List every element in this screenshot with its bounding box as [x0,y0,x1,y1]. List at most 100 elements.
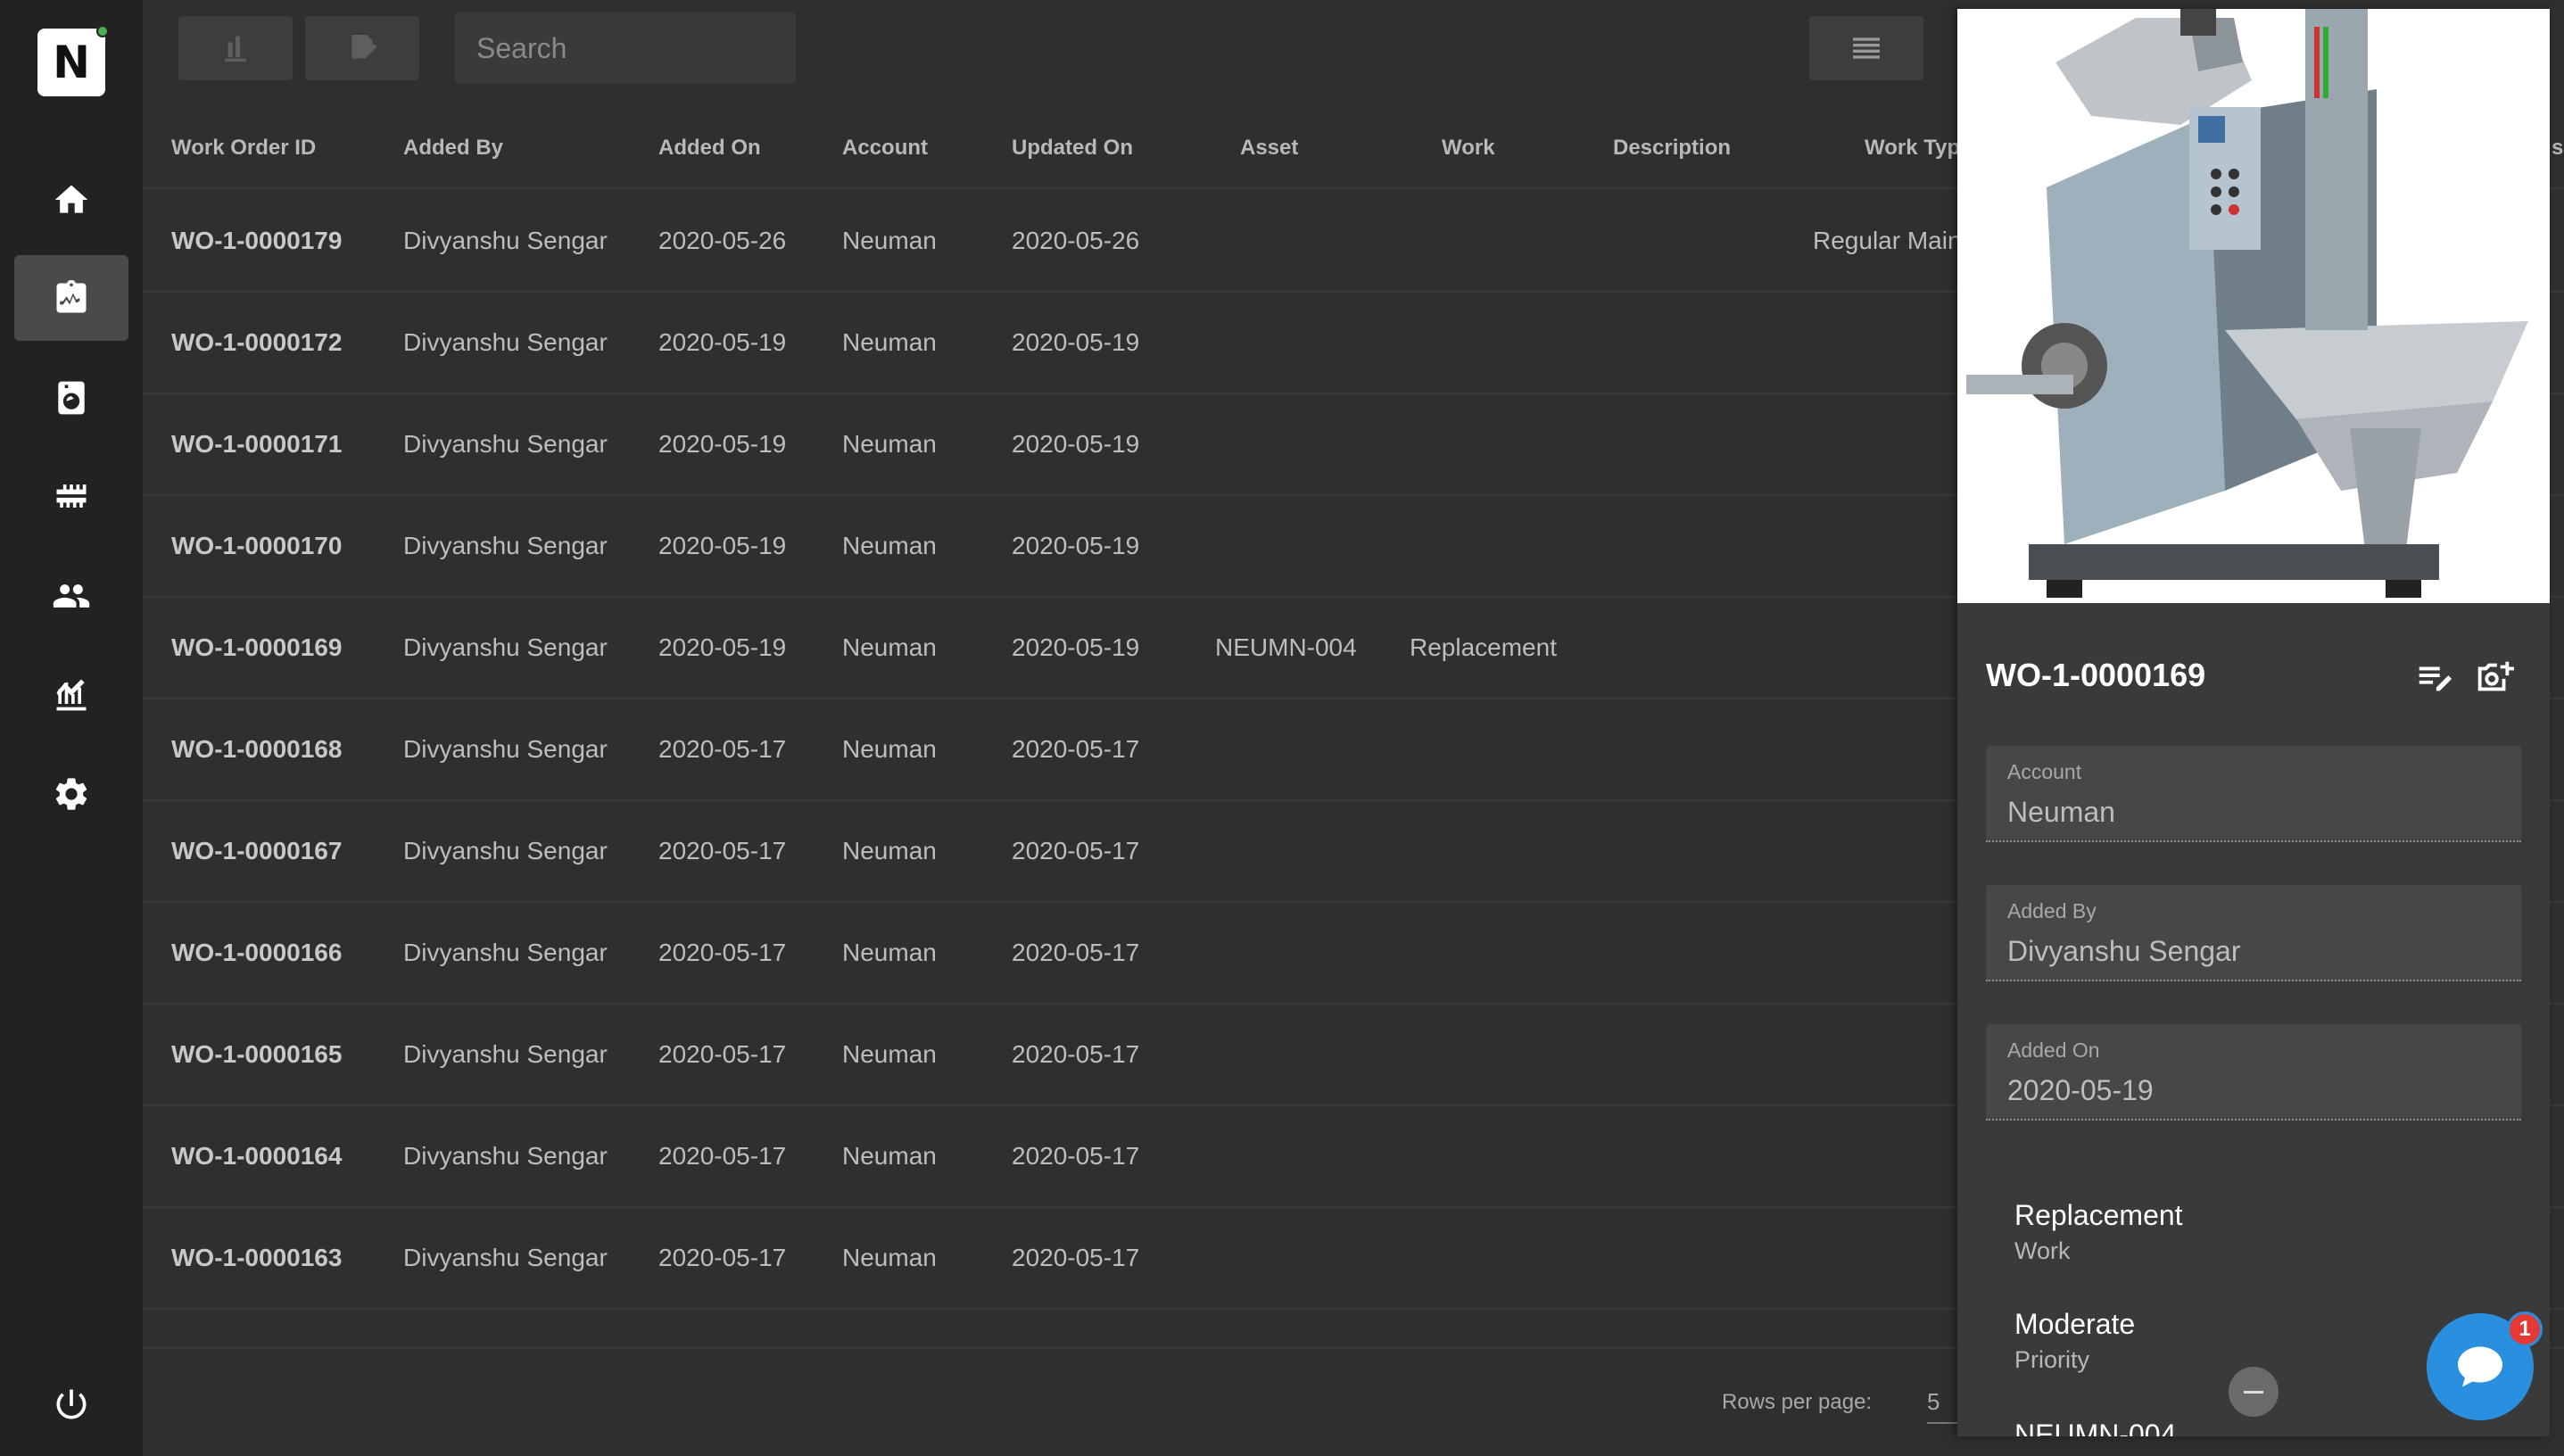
field-label: Added By [2007,899,2097,922]
column-header[interactable]: Added On [658,136,761,161]
people-icon [53,584,90,608]
cell-added-on: 2020-05-17 [658,939,787,966]
cell-added-by: Divyanshu Sengar [403,328,608,356]
cell-work-order-id: WO-1-0000168 [171,735,343,763]
asset-info-value: NEUMN-004 [2014,1419,2177,1436]
nav-work-orders[interactable] [14,255,128,341]
cell-work-order-id: WO-1-0000163 [171,1244,343,1271]
column-header[interactable]: s [2552,136,2563,161]
sidebar: N [0,0,143,1456]
column-header[interactable]: Asset [1240,136,1298,161]
settings-icon [55,778,87,810]
nav-adjust[interactable] [14,453,128,539]
column-header[interactable]: Added By [403,136,503,161]
cell-account: Neuman [842,735,937,763]
cell-updated-on: 2020-05-19 [1012,430,1140,458]
cell-updated-on: 2020-05-19 [1012,532,1140,559]
column-menu-button[interactable] [1809,16,1923,80]
column-header[interactable]: Work [1442,136,1495,161]
cell-updated-on: 2020-05-17 [1012,735,1140,763]
cell-work-type: Regular Main [1813,227,1962,254]
cell-added-on: 2020-05-19 [658,430,787,458]
nav-assets[interactable] [14,355,128,441]
account-field[interactable]: Account Neuman [1986,746,2521,842]
edit-button[interactable] [305,16,419,80]
minus-icon [2244,1390,2263,1394]
nav-analytics[interactable] [14,651,128,737]
added-on-field[interactable]: Added On 2020-05-19 [1986,1024,2521,1121]
cell-account: Neuman [842,1040,937,1068]
cell-added-by: Divyanshu Sengar [403,1040,608,1068]
logout-button[interactable] [14,1361,128,1447]
added-by-field[interactable]: Added By Divyanshu Sengar [1986,885,2521,981]
work-order-detail-panel: WO-1-0000169 Account Neuman Added By Div… [1957,9,2550,1436]
cell-added-on: 2020-05-19 [658,633,787,661]
cell-account: Neuman [842,1244,937,1271]
cell-account: Neuman [842,633,937,661]
field-label: Account [2007,760,2082,783]
field-value: Divyanshu Sengar [2007,935,2241,967]
cell-work-order-id: WO-1-0000179 [171,227,343,254]
cell-account: Neuman [842,1142,937,1170]
field-label: Added On [2007,1038,2100,1062]
cell-work-order-id: WO-1-0000169 [171,633,343,661]
work-orders-icon [56,279,87,313]
cell-added-on: 2020-05-19 [658,532,787,559]
chat-bubble-icon [2458,1346,2502,1387]
app-logo[interactable]: N [37,25,109,96]
nav-settings[interactable] [14,751,128,837]
column-header[interactable]: Work Order ID [171,136,316,161]
field-value: 2020-05-19 [2007,1074,2154,1106]
cell-work-order-id: WO-1-0000172 [171,328,343,356]
cell-added-by: Divyanshu Sengar [403,735,608,763]
cell-updated-on: 2020-05-19 [1012,328,1140,356]
cell-added-on: 2020-05-26 [658,227,787,254]
cell-added-by: Divyanshu Sengar [403,633,608,661]
chart-view-button[interactable] [178,16,293,80]
add-photo-icon [2477,661,2514,691]
cell-account: Neuman [842,837,937,864]
cell-updated-on: 2020-05-19 [1012,633,1140,661]
rows-per-page-label: Rows per page: [1722,1390,1873,1414]
cell-account: Neuman [842,939,937,966]
info-label: Work [2014,1237,2071,1264]
search-input[interactable] [455,12,796,84]
cell-work-order-id: WO-1-0000167 [171,837,343,864]
cell-updated-on: 2020-05-17 [1012,939,1140,966]
nav-people[interactable] [14,553,128,639]
cell-work-order-id: WO-1-0000166 [171,939,343,966]
cell-work-order-id: WO-1-0000164 [171,1142,343,1170]
cell-updated-on: 2020-05-26 [1012,227,1140,254]
column-header[interactable]: Account [842,136,928,161]
cell-work: Replacement [1410,633,1557,661]
list-icon [1853,37,1880,59]
online-status-dot [96,25,109,37]
cell-asset: NEUMN-004 [1215,633,1357,661]
edit-notes-icon [2419,666,2452,691]
power-icon [56,1389,87,1419]
cell-added-on: 2020-05-17 [658,735,787,763]
priority-info: Moderate Priority [2014,1308,2135,1374]
cell-added-on: 2020-05-17 [658,1040,787,1068]
cell-added-on: 2020-05-19 [658,328,787,356]
cell-updated-on: 2020-05-17 [1012,837,1140,864]
cell-updated-on: 2020-05-17 [1012,1142,1140,1170]
cell-account: Neuman [842,227,937,254]
edit-document-icon [352,35,377,59]
edit-notes-button[interactable] [2414,657,2455,698]
column-header[interactable]: Work Type [1865,136,1972,161]
chat-notification-badge: 1 [2507,1311,2543,1347]
cell-updated-on: 2020-05-17 [1012,1040,1140,1068]
collapse-panel-button[interactable] [2229,1367,2279,1417]
nav-home[interactable] [14,157,128,243]
column-header[interactable]: Description [1613,136,1731,161]
info-value: Replacement [2014,1199,2183,1231]
cell-work-order-id: WO-1-0000171 [171,430,343,458]
asset-image [1957,9,2550,603]
column-header[interactable]: Updated On [1012,136,1133,161]
cell-work-order-id: WO-1-0000170 [171,532,343,559]
cell-added-by: Divyanshu Sengar [403,430,608,458]
cell-work-order-id: WO-1-0000165 [171,1040,343,1068]
logo-letter: N [53,37,90,88]
add-media-button[interactable] [2473,657,2514,698]
